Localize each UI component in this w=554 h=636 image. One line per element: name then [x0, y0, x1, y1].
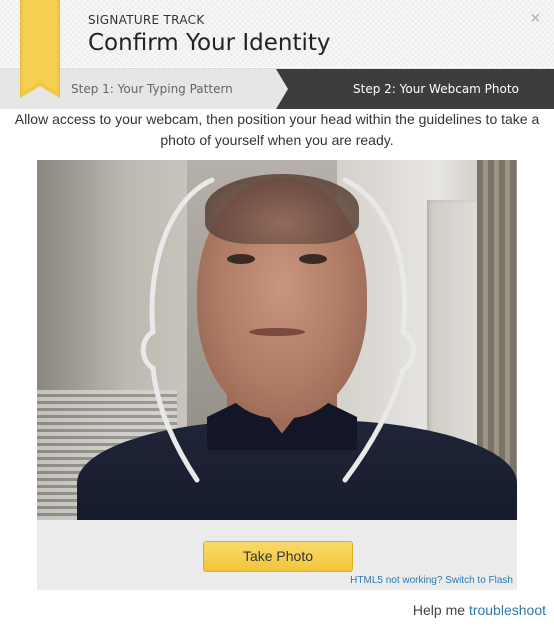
header-eyebrow: SIGNATURE TRACK [88, 13, 205, 27]
instructions-text: Allow access to your webcam, then positi… [14, 111, 540, 148]
webcam-preview [37, 160, 517, 520]
step-2-label: Step 2: Your Webcam Photo [353, 82, 519, 96]
take-photo-button[interactable]: Take Photo [203, 541, 353, 572]
bookmark-ribbon-icon [20, 0, 60, 98]
page-title: Confirm Your Identity [88, 30, 331, 56]
step-progress-bar: Step 1: Your Typing Pattern Step 2: Your… [0, 68, 554, 109]
head-guideline-overlay [140, 177, 416, 483]
help-prefix: Help me [412, 602, 466, 618]
dialog-header: SIGNATURE TRACK Confirm Your Identity × [0, 0, 554, 67]
webcam-controls: Take Photo HTML5 not working? Switch to … [37, 520, 517, 590]
troubleshoot-link[interactable]: troubleshoot [469, 602, 546, 618]
help-line: Help me troubleshoot [413, 602, 546, 618]
switch-to-flash-link[interactable]: HTML5 not working? Switch to Flash [350, 575, 513, 586]
step-1-label: Step 1: Your Typing Pattern [71, 82, 233, 96]
close-icon[interactable]: × [531, 10, 540, 28]
